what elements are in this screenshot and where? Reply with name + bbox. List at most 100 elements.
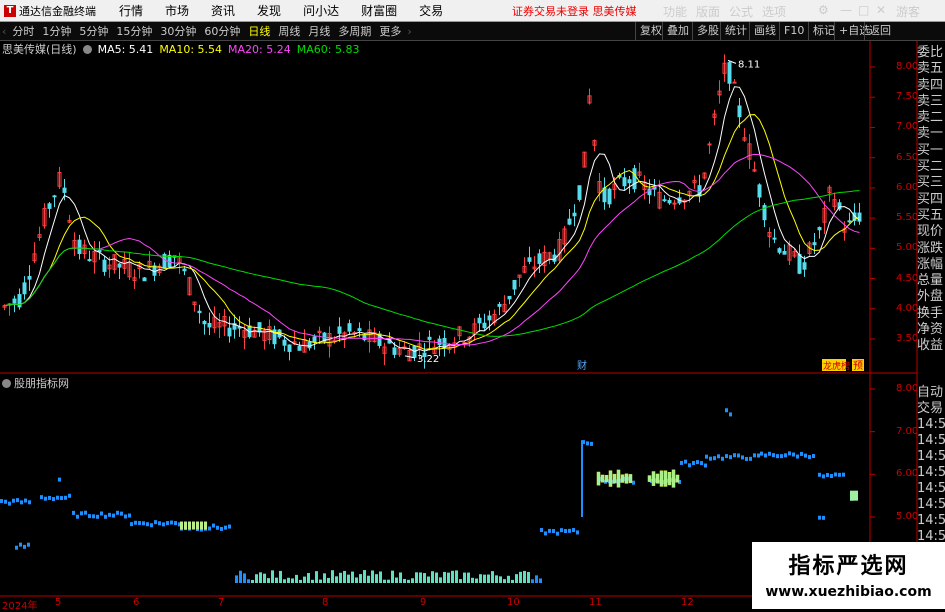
indicator-ytick-1: 7.00 xyxy=(896,425,919,437)
date-label-3: 7 xyxy=(218,597,225,608)
watermark-title: 指标严选网 xyxy=(788,554,909,579)
trade-label-1: 交易 xyxy=(917,401,944,416)
candle-body xyxy=(707,143,712,146)
date-label-4: 8 xyxy=(322,597,329,608)
indicator-block xyxy=(539,578,542,583)
indicator-block xyxy=(315,571,318,583)
legend-toggle-icon[interactable] xyxy=(82,44,92,54)
indicator-bar xyxy=(64,495,67,500)
quote-label-0: 委比 xyxy=(917,45,944,60)
candle-body xyxy=(87,259,92,262)
candle-body xyxy=(282,339,287,346)
quote-labels: 委比 卖五 卖四 卖三 卖二 卖一 买一 买二 买三 买四 买五 现价 涨跌 涨幅 总量 外盘 换手 净资 收益 xyxy=(917,45,945,355)
main-ytick-1: 7.50 xyxy=(896,91,919,103)
indicator-block xyxy=(419,572,422,583)
candle-body xyxy=(347,323,352,332)
indicator-block xyxy=(363,570,366,583)
indicator-toggle-icon[interactable] xyxy=(2,378,11,388)
date-label-6: 10 xyxy=(507,597,520,608)
indicator-block xyxy=(431,571,434,583)
candle-body xyxy=(297,345,302,351)
candle-body xyxy=(227,327,232,337)
badge-yu: 预 xyxy=(853,360,863,372)
watermark-url: www.xuezhibiao.com xyxy=(765,584,932,600)
indicator-block xyxy=(620,474,625,483)
ma20-line xyxy=(4,153,860,346)
indicator-ytick-2: 6.00 xyxy=(896,468,919,480)
indicator-bar xyxy=(560,528,563,533)
candle-body xyxy=(477,317,482,324)
indicator-bar xyxy=(208,526,211,531)
quote-label-8: 买三 xyxy=(917,175,944,191)
indicator-block xyxy=(327,577,330,583)
date-label-1: 5 xyxy=(55,597,62,608)
indicator-block xyxy=(343,570,346,583)
indicator-bar xyxy=(58,477,61,482)
indicator-bar xyxy=(104,514,107,519)
indicator-bar xyxy=(170,520,173,525)
indicator-block xyxy=(339,572,342,583)
indicator-bar xyxy=(590,441,593,446)
low-label: 3.22 xyxy=(417,354,439,365)
candle-body xyxy=(732,81,737,84)
indicator-block xyxy=(323,573,326,583)
indicator-bar xyxy=(812,454,815,459)
indicator-block xyxy=(279,570,282,583)
quote-label-15: 外盘 xyxy=(917,289,944,305)
date-label-8: 12 xyxy=(681,597,694,608)
indicator-block xyxy=(311,579,314,583)
indicator-bar xyxy=(100,511,103,516)
indicator-block xyxy=(371,570,374,583)
candle-body xyxy=(802,262,807,270)
badge-cai: 财 xyxy=(577,359,587,372)
indicator-block xyxy=(355,577,358,583)
indicator-bar xyxy=(40,495,43,500)
indicator-block xyxy=(303,576,306,583)
indicator-bar xyxy=(721,456,724,461)
indicator-block xyxy=(523,570,526,583)
indicator-bar xyxy=(688,463,691,468)
badge-lhb: 龙虎榜 xyxy=(823,360,850,372)
indicator-bar xyxy=(586,441,589,446)
indicator-block xyxy=(487,574,490,583)
candle-body xyxy=(197,310,202,314)
indicator-bar xyxy=(166,521,169,526)
indicator-bar xyxy=(800,451,803,456)
trade-label-5: 14:56 xyxy=(917,465,945,480)
indicator-block xyxy=(243,573,246,583)
candle-body xyxy=(622,177,627,187)
indicator-block xyxy=(415,572,418,583)
indicator-block xyxy=(235,575,238,583)
indicator-bar xyxy=(725,408,728,413)
indicator-bar xyxy=(228,524,231,529)
indicator-bar xyxy=(146,522,149,527)
indicator-bar xyxy=(12,498,15,503)
candle-body xyxy=(427,336,432,340)
indicator-block xyxy=(604,474,609,483)
indicator-bar xyxy=(757,453,760,458)
indicator-bar xyxy=(60,496,63,501)
indicator-block xyxy=(295,574,298,583)
indicator-bar xyxy=(142,521,145,526)
indicator-block xyxy=(515,574,518,583)
trade-label-3: 14:56 xyxy=(917,433,945,448)
indicator-bar xyxy=(138,521,141,526)
indicator-block xyxy=(259,572,262,583)
quote-label-13: 涨幅 xyxy=(917,256,944,272)
candle-body xyxy=(737,105,742,118)
main-ytick-3: 6.50 xyxy=(896,151,919,163)
indicator-block xyxy=(659,470,664,487)
indicator-block xyxy=(507,575,510,583)
indicator-bar xyxy=(116,510,119,515)
indicator-bar xyxy=(84,510,87,515)
indicator-bar xyxy=(52,497,55,502)
candle-body xyxy=(207,322,212,328)
trade-label-8: 14:56 xyxy=(917,513,945,528)
candle-body xyxy=(497,303,502,307)
indicator-block xyxy=(467,572,470,583)
kline-chart[interactable]: 8.11 3.22 财 龙虎榜预 xyxy=(0,0,945,609)
ma5-label: MA5: 5.41 xyxy=(97,42,154,56)
candle-body xyxy=(757,184,762,198)
indicator-bar xyxy=(792,452,795,457)
indicator-bar xyxy=(830,474,833,479)
